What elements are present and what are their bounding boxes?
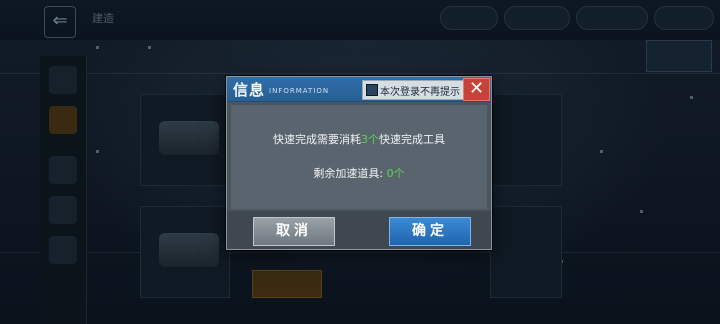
confirm-button[interactable]: 确定 [389, 217, 471, 246]
grid-dot [690, 96, 693, 99]
ship-image [159, 233, 219, 267]
ship-card[interactable] [490, 94, 562, 186]
resource-pill [504, 6, 570, 30]
page-title: 建造 [92, 12, 114, 25]
dialog-body: 快速完成需要消耗3个快速完成工具 剩余加速道具: 0个 [231, 105, 487, 209]
grid-dot [640, 210, 643, 213]
remaining-message: 剩余加速道具: 0个 [231, 165, 487, 181]
dialog-header: 信息 INFORMATION 本次登录不再提示 ✕ [227, 77, 491, 102]
grid-dot [96, 46, 99, 49]
back-button[interactable]: ⇐ [44, 6, 76, 38]
top-bar: ⇐ 建造 [0, 0, 720, 40]
checkbox[interactable] [366, 84, 378, 96]
dialog-title: 信息 [233, 81, 266, 99]
build-tag [252, 270, 322, 298]
resource-pill [654, 6, 714, 30]
sidebar-icon[interactable] [49, 66, 77, 94]
resource-pill [576, 6, 648, 30]
cost-message-prefix: 快速完成需要消耗 [273, 133, 361, 146]
grid-dot [600, 150, 603, 153]
cancel-button[interactable]: 取消 [253, 217, 335, 246]
close-button[interactable]: ✕ [463, 78, 490, 101]
grid-line [0, 252, 720, 253]
remaining-count: 0个 [386, 167, 405, 180]
dialog-subtitle: INFORMATION [269, 87, 330, 95]
cost-count: 3个 [361, 133, 379, 146]
info-dialog: 信息 INFORMATION 本次登录不再提示 ✕ 快速完成需要消耗3个快速完成… [226, 76, 492, 250]
dont-show-again-label: 本次登录不再提示 [380, 87, 460, 98]
cost-message-suffix: 快速完成工具 [379, 133, 445, 146]
grid-dot [148, 46, 151, 49]
ship-card[interactable] [490, 206, 562, 298]
remaining-label: 剩余加速道具: [313, 167, 387, 180]
ship-card[interactable] [140, 206, 230, 298]
cost-message: 快速完成需要消耗3个快速完成工具 [231, 131, 487, 147]
dialog-footer: 取消 确定 [227, 211, 491, 249]
grid-line [0, 73, 720, 74]
sidebar [40, 56, 87, 324]
resource-pill [440, 6, 498, 30]
side-action-button[interactable] [646, 40, 712, 72]
grid-dot [96, 150, 99, 153]
sidebar-icon[interactable] [49, 156, 77, 184]
sidebar-icon[interactable] [49, 196, 77, 224]
ship-card[interactable] [140, 94, 230, 186]
sidebar-icon-active[interactable] [49, 106, 77, 134]
sidebar-icon[interactable] [49, 236, 77, 264]
ship-image [159, 121, 219, 155]
